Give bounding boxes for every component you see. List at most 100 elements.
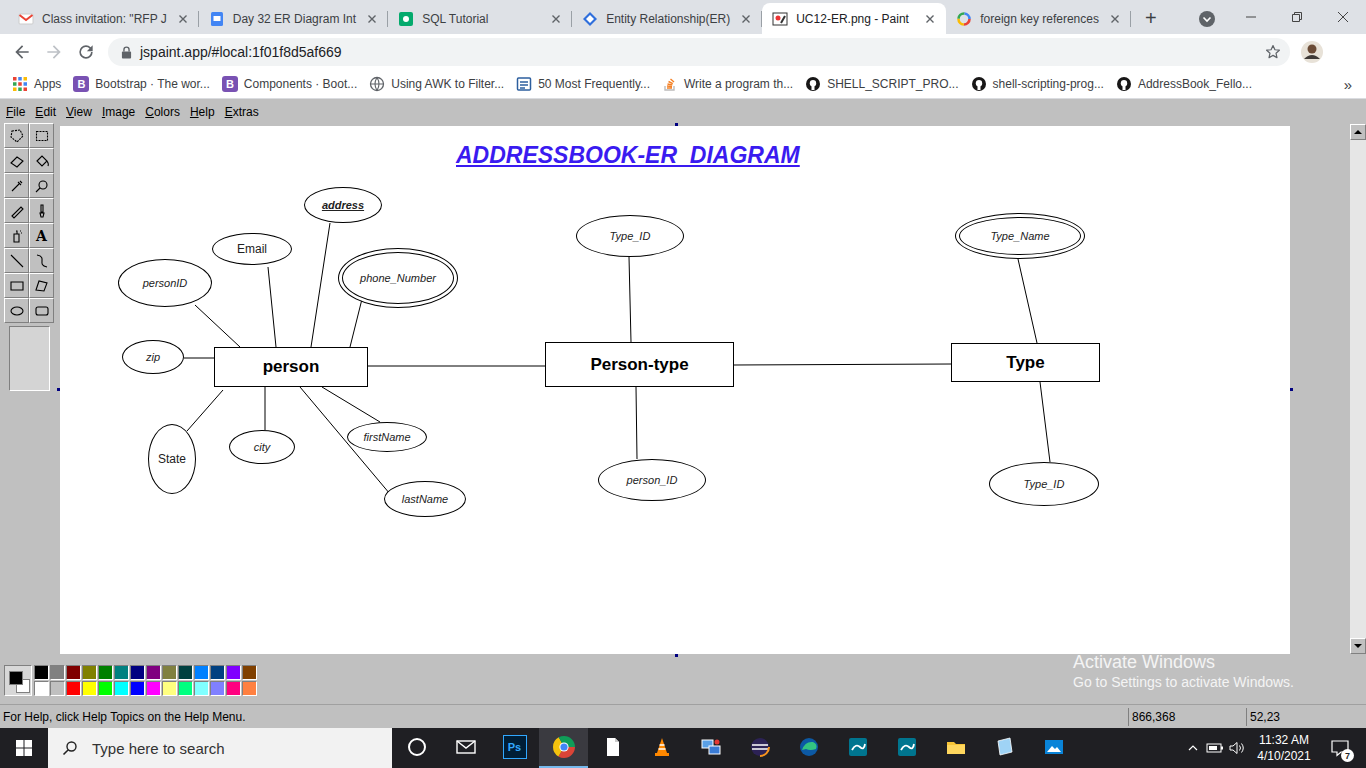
menu-item[interactable]: Edit: [30, 103, 61, 122]
color-swatch[interactable]: [82, 665, 97, 680]
close-icon[interactable]: [738, 11, 754, 27]
tool-button[interactable]: [4, 123, 29, 148]
color-swatch[interactable]: [66, 665, 81, 680]
scroll-up-button[interactable]: [1350, 124, 1366, 140]
color-swatch[interactable]: [226, 665, 241, 680]
color-swatch[interactable]: [146, 681, 161, 696]
close-window-button[interactable]: [1320, 0, 1366, 34]
color-swatch[interactable]: [98, 681, 113, 696]
url-text[interactable]: jspaint.app/#local:1f01f8d5af669: [140, 44, 1256, 60]
resize-handle[interactable]: [675, 123, 678, 126]
taskbar-app[interactable]: [931, 728, 980, 768]
close-icon[interactable]: [175, 11, 191, 27]
menu-item[interactable]: Help: [185, 103, 220, 122]
forward-button[interactable]: [38, 36, 70, 68]
color-swatch[interactable]: [130, 665, 145, 680]
drawing-canvas[interactable]: ADDRESSBOOK-ER_DIAGRAMpersonPerson-typeT…: [60, 126, 1290, 654]
bookmark[interactable]: SHELL_SCRIPT_PRO...: [805, 76, 958, 92]
menu-item[interactable]: File: [1, 103, 30, 122]
taskbar-app[interactable]: [441, 728, 490, 768]
action-center-button[interactable]: 7: [1320, 728, 1360, 768]
close-icon[interactable]: [548, 11, 564, 27]
tool-button[interactable]: [29, 198, 54, 223]
resize-handle[interactable]: [57, 388, 60, 391]
browser-tab[interactable]: SQL Tutorial: [388, 3, 572, 34]
bookmark[interactable]: AddressBook_Fello...: [1116, 76, 1252, 92]
bookmark[interactable]: BComponents · Boot...: [222, 76, 357, 92]
tool-button[interactable]: [29, 173, 54, 198]
menu-item[interactable]: Extras: [220, 103, 264, 122]
color-swatch[interactable]: [242, 681, 257, 696]
reload-button[interactable]: [70, 36, 102, 68]
color-swatch[interactable]: [34, 681, 49, 696]
taskbar-app[interactable]: [588, 728, 637, 768]
show-hidden-icons-button[interactable]: [1182, 728, 1204, 768]
tool-button[interactable]: [29, 273, 54, 298]
volume-button[interactable]: [1226, 728, 1248, 768]
color-swatch[interactable]: [194, 681, 209, 696]
taskbar-app[interactable]: [637, 728, 686, 768]
taskbar-app[interactable]: [539, 728, 588, 768]
color-swatch[interactable]: [34, 665, 49, 680]
scroll-track[interactable]: [1350, 140, 1366, 638]
new-tab-button[interactable]: +: [1137, 3, 1165, 34]
more-bookmarks-button[interactable]: »: [1336, 76, 1360, 93]
current-colors[interactable]: [4, 665, 32, 696]
color-swatch[interactable]: [50, 681, 65, 696]
taskbar-app[interactable]: [882, 728, 931, 768]
taskbar-app[interactable]: [833, 728, 882, 768]
bookmark[interactable]: Write a program th...: [662, 76, 793, 92]
color-swatch[interactable]: [162, 681, 177, 696]
menu-item[interactable]: View: [61, 103, 97, 122]
color-swatch[interactable]: [162, 665, 177, 680]
tool-button[interactable]: [4, 148, 29, 173]
menu-item[interactable]: Colors: [140, 103, 185, 122]
tool-button[interactable]: [29, 248, 54, 273]
tool-button[interactable]: [29, 123, 54, 148]
color-swatch[interactable]: [210, 681, 225, 696]
tool-button[interactable]: [4, 298, 29, 323]
browser-tab[interactable]: UC12-ER.png - Paint: [762, 3, 946, 34]
tool-button[interactable]: [4, 223, 29, 248]
back-button[interactable]: [6, 36, 38, 68]
tool-options[interactable]: [9, 326, 50, 391]
star-icon[interactable]: [1264, 43, 1282, 61]
taskbar-app[interactable]: [1029, 728, 1078, 768]
clock[interactable]: 11:32 AM4/10/2021: [1248, 728, 1320, 768]
menu-item[interactable]: Image: [97, 103, 140, 122]
tool-button[interactable]: [4, 198, 29, 223]
bookmark[interactable]: Apps: [12, 76, 61, 92]
address-bar[interactable]: jspaint.app/#local:1f01f8d5af669: [108, 38, 1290, 66]
browser-tab[interactable]: Entity Relationship(ER): [572, 3, 762, 34]
vertical-scrollbar[interactable]: [1350, 124, 1366, 654]
tool-button[interactable]: [29, 298, 54, 323]
color-swatch[interactable]: [194, 665, 209, 680]
tool-button[interactable]: [4, 173, 29, 198]
tool-button[interactable]: A: [29, 223, 54, 248]
color-swatch[interactable]: [146, 665, 161, 680]
color-swatch[interactable]: [66, 681, 81, 696]
taskbar-app[interactable]: [784, 728, 833, 768]
color-swatch[interactable]: [178, 665, 193, 680]
close-icon[interactable]: [922, 11, 938, 27]
taskbar-app[interactable]: [735, 728, 784, 768]
bookmark[interactable]: Using AWK to Filter...: [369, 76, 504, 92]
close-icon[interactable]: [1107, 11, 1123, 27]
minimize-button[interactable]: [1228, 0, 1274, 34]
color-swatch[interactable]: [226, 681, 241, 696]
close-icon[interactable]: [364, 11, 380, 27]
color-swatch[interactable]: [242, 665, 257, 680]
taskbar-app[interactable]: Ps: [490, 728, 539, 768]
taskbar-app[interactable]: [980, 728, 1029, 768]
color-swatch[interactable]: [178, 681, 193, 696]
color-swatch[interactable]: [114, 681, 129, 696]
color-swatch[interactable]: [98, 665, 113, 680]
resize-handle[interactable]: [675, 654, 678, 657]
tab-search-button[interactable]: [1193, 3, 1221, 34]
taskbar-search[interactable]: Type here to search: [48, 728, 392, 768]
tool-button[interactable]: [4, 248, 29, 273]
tool-button[interactable]: [4, 273, 29, 298]
color-swatch[interactable]: [210, 665, 225, 680]
start-button[interactable]: [0, 728, 48, 768]
restore-button[interactable]: [1274, 0, 1320, 34]
